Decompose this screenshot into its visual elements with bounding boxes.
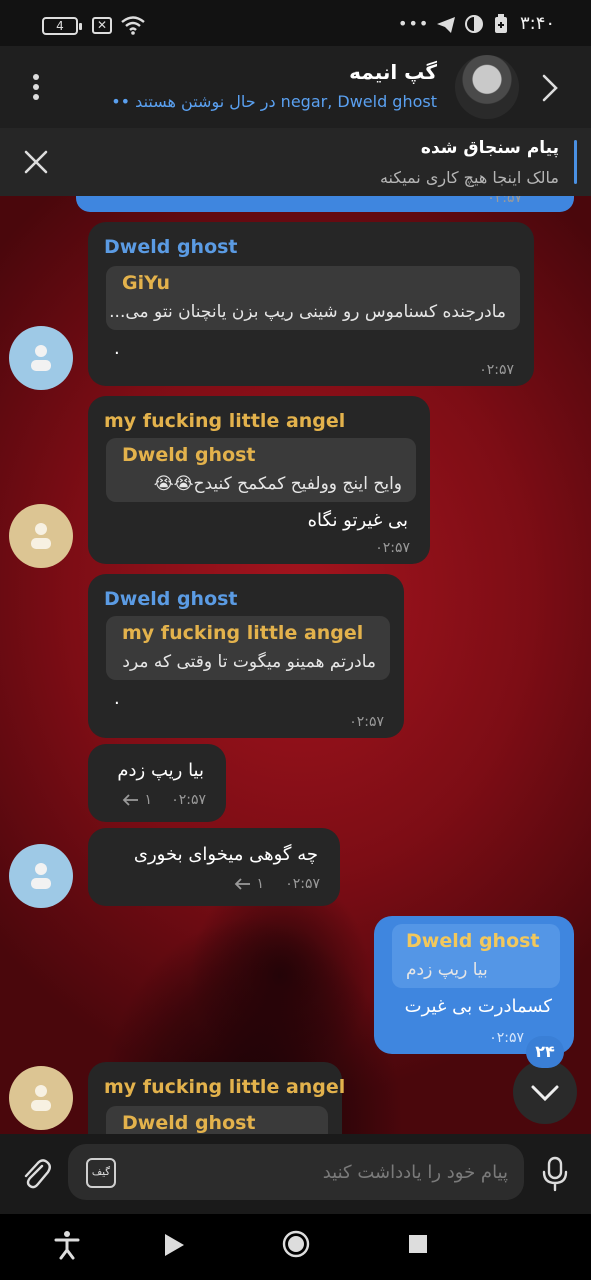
message-text: بیا ریپ زدم [117, 760, 204, 781]
reply-preview[interactable]: Dweld ghost [106, 1106, 328, 1134]
reply-preview[interactable]: GiYu مادرجنده کسناموس رو شینی ریپ بزن یا… [106, 266, 520, 330]
message-time: ۰۲:۵۷ [487, 196, 522, 206]
pinned-message-bar[interactable]: پیام سنجاق شده مالک اینجا هیچ کاری نمیکن… [0, 128, 591, 196]
chevron-down-icon [531, 1085, 559, 1102]
pinned-text: مالک اینجا هیچ کاری نمیکنه [379, 168, 559, 187]
reply-text: مادرجنده کسناموس رو شینی ریپ بزن یانچنان… [109, 302, 506, 322]
gif-button[interactable]: گیف [86, 1158, 116, 1188]
reply-arrow-icon [122, 794, 138, 806]
sender-name[interactable]: Dweld ghost [104, 588, 238, 610]
message-bubble[interactable]: ۰۲:۵۷ [76, 196, 574, 212]
message-time: ۰۲:۵۷ [489, 1030, 524, 1046]
telegram-icon [437, 17, 455, 33]
sender-name[interactable]: Dweld ghost [104, 236, 238, 258]
avatar[interactable] [9, 326, 73, 390]
reply-count-value: ۱ [144, 792, 152, 808]
reply-preview[interactable]: my fucking little angel مادرتم همینو میگ… [106, 616, 390, 680]
more-notifications-icon: ••• [398, 14, 430, 33]
pinned-indicator [574, 140, 577, 184]
battery-saver-icon [495, 14, 507, 33]
typing-dots: •• [111, 92, 131, 111]
clock: ۳:۴۰ [520, 13, 556, 34]
chevron-right-icon[interactable] [538, 72, 562, 104]
scroll-down-button[interactable] [513, 1060, 577, 1124]
home-icon[interactable] [282, 1230, 310, 1258]
message-text: بی غیرتو نگاه [307, 510, 408, 531]
message-input[interactable] [128, 1144, 508, 1200]
vpn-icon [465, 15, 483, 33]
close-icon[interactable] [22, 148, 50, 176]
message-time: ۰۲:۵۷ [375, 540, 410, 556]
avatar[interactable] [9, 504, 73, 568]
chat-header: گپ انیمه negar, Dweld ghost در حال نوشتن… [0, 46, 591, 128]
reply-sender: Dweld ghost [122, 444, 256, 466]
message-text: . [114, 688, 120, 709]
reply-sender: Dweld ghost [122, 1112, 256, 1134]
paperclip-icon[interactable] [20, 1156, 52, 1192]
system-nav-bar [0, 1214, 591, 1280]
reply-count-value: ۱ [256, 876, 264, 892]
reply-preview[interactable]: Dweld ghost بیا ریپ زدم [392, 924, 560, 988]
status-bar: 4 ✕ ••• ۳:۴۰ [0, 0, 591, 46]
microphone-icon[interactable] [540, 1156, 570, 1192]
message-bubble[interactable]: Dweld ghost GiYu مادرجنده کسناموس رو شین… [88, 222, 534, 386]
avatar[interactable] [9, 1066, 73, 1130]
message-text: . [114, 338, 120, 359]
message-time: ۰۲:۵۷ [479, 362, 514, 378]
reply-sender: GiYu [122, 272, 171, 294]
accessibility-icon[interactable] [54, 1230, 80, 1260]
reply-count[interactable]: ۱ [234, 876, 264, 892]
reply-text: مادرتم همینو میگوت تا وقتی که مرد [122, 652, 376, 672]
reply-text: وایح اینج وولفیح کمکمح کنیدح😭😭 [153, 474, 402, 494]
stop-icon[interactable] [408, 1234, 428, 1254]
typing-status-text: در حال نوشتن هستند [135, 92, 276, 111]
message-time: ۰۲:۵۷ [285, 876, 320, 892]
battery-icon: 4 [42, 17, 82, 35]
sender-name[interactable]: my fucking little angel [104, 1076, 345, 1098]
play-icon[interactable] [162, 1232, 186, 1258]
message-time: ۰۲:۵۷ [171, 792, 206, 808]
reply-text: بیا ریپ زدم [406, 960, 488, 980]
typing-status-names: negar, Dweld ghost [280, 92, 437, 111]
reply-arrow-icon [234, 878, 250, 890]
avatar[interactable] [9, 844, 73, 908]
message-time: ۰۲:۵۷ [349, 714, 384, 730]
sender-name[interactable]: my fucking little angel [104, 410, 345, 432]
message-bubble[interactable]: my fucking little angel Dweld ghost وایح… [88, 396, 430, 564]
message-bubble[interactable]: بیا ریپ زدم ۰۲:۵۷ ۱ [88, 744, 226, 822]
message-text: چه گوهی میخوای بخوری [133, 844, 318, 865]
message-bubble-outgoing[interactable]: Dweld ghost بیا ریپ زدم کسمادرت بی غیرت … [374, 916, 574, 1054]
reply-count[interactable]: ۱ [122, 792, 152, 808]
composer-bar: گیف [0, 1134, 591, 1214]
message-bubble[interactable]: my fucking little angel Dweld ghost [88, 1062, 345, 1134]
unread-badge[interactable]: ۲۴ [526, 1036, 564, 1068]
group-avatar[interactable] [455, 55, 519, 119]
reply-preview[interactable]: Dweld ghost وایح اینج وولفیح کمکمح کنیدح… [106, 438, 416, 502]
message-bubble[interactable]: Dweld ghost my fucking little angel مادر… [88, 574, 404, 738]
message-field[interactable]: گیف [68, 1144, 524, 1200]
chat-area[interactable]: ۰۲:۵۷ Dweld ghost GiYu مادرجنده کسناموس … [0, 196, 591, 1134]
message-text: کسمادرت بی غیرت [404, 996, 552, 1017]
no-sim-icon: ✕ [92, 17, 112, 34]
chat-title[interactable]: گپ انیمه [349, 60, 437, 84]
pinned-title: پیام سنجاق شده [420, 138, 559, 158]
wifi-icon [121, 16, 145, 35]
reply-sender: my fucking little angel [122, 622, 364, 644]
more-vertical-icon[interactable] [22, 70, 50, 104]
typing-status: negar, Dweld ghost در حال نوشتن هستند •• [107, 92, 437, 111]
message-bubble[interactable]: چه گوهی میخوای بخوری ۰۲:۵۷ ۱ [88, 828, 340, 906]
reply-sender: Dweld ghost [406, 930, 540, 952]
